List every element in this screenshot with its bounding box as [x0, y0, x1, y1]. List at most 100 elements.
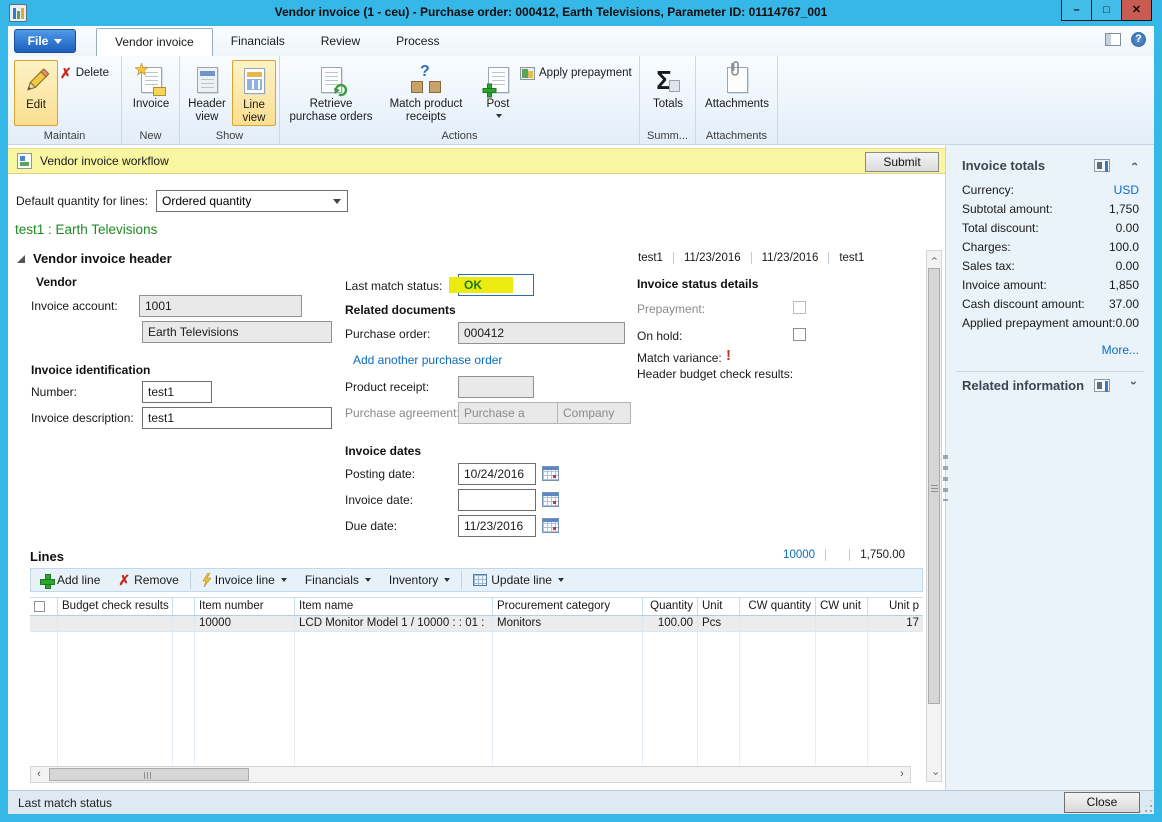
horizontal-scrollbar-thumb[interactable]	[49, 768, 249, 781]
related-information-pane-icon[interactable]	[1094, 379, 1110, 392]
invoice-date-calendar-icon[interactable]	[542, 492, 559, 507]
maximize-button[interactable]: □	[1091, 0, 1122, 21]
product-receipt-field[interactable]	[458, 376, 534, 398]
tab-vendor-invoice[interactable]: Vendor invoice	[96, 28, 213, 56]
scroll-right-arrow[interactable]: ›	[894, 767, 910, 782]
retrieve-purchase-orders-button[interactable]: Retrieve purchase orders	[285, 60, 377, 126]
ribbon-group-label-show: Show	[180, 130, 279, 142]
inventory-menu-button[interactable]: Inventory	[380, 569, 459, 591]
ribbon-group-label-summary: Summ...	[640, 130, 695, 142]
header-view-button[interactable]: Header view	[184, 60, 230, 126]
lines-grid: Budget check results Item number Item na…	[30, 597, 923, 765]
purchase-agreement-field-1[interactable]: Purchase a	[458, 402, 558, 424]
post-button[interactable]: Post	[476, 60, 520, 126]
subtotal-label: Subtotal amount:	[962, 202, 1053, 216]
remove-line-button[interactable]: ✗ Remove	[109, 569, 187, 591]
status-bar-text: Last match status	[18, 796, 112, 810]
line-view-button[interactable]: Line view	[232, 60, 276, 126]
col-item-number[interactable]: Item number	[195, 598, 295, 615]
workflow-icon	[17, 153, 32, 169]
update-line-menu-button[interactable]: Update line	[464, 569, 573, 591]
attachments-button[interactable]: Attachments	[704, 60, 770, 126]
lines-toolbar: Add line ✗ Remove Invoice line Financial…	[30, 568, 923, 592]
tab-review[interactable]: Review	[303, 28, 378, 56]
add-line-button[interactable]: Add line	[31, 569, 109, 591]
financials-caret-icon	[365, 578, 371, 582]
grid-horizontal-scrollbar[interactable]: ‹ ›	[30, 766, 911, 783]
form-vertical-scrollbar[interactable]: › ›	[926, 250, 942, 782]
col-quantity[interactable]: Quantity	[643, 598, 698, 615]
vendor-group-header: Vendor	[36, 275, 77, 289]
financials-menu-button[interactable]: Financials	[296, 569, 380, 591]
invoice-totals-collapse-icon[interactable]: ›	[1127, 162, 1141, 166]
section-collapse-icon[interactable]	[17, 255, 25, 263]
invoice-account-field[interactable]: 1001	[139, 295, 302, 317]
col-cw-unit[interactable]: CW unit	[816, 598, 868, 615]
cell-budget-check-results	[58, 616, 173, 631]
on-hold-checkbox[interactable]	[793, 328, 806, 341]
minimize-button[interactable]: –	[1061, 0, 1092, 21]
select-all-header-cell[interactable]	[30, 598, 58, 615]
update-line-caret-icon	[558, 578, 564, 582]
scroll-down-arrow[interactable]: ›	[928, 766, 943, 782]
due-date-calendar-icon[interactable]	[542, 518, 559, 533]
add-purchase-order-link[interactable]: Add another purchase order	[353, 353, 502, 367]
col-budget-check-results[interactable]: Budget check results	[58, 598, 173, 615]
invoice-totals-pane-icon[interactable]	[1094, 159, 1110, 172]
select-all-checkbox[interactable]	[34, 601, 45, 612]
ribbon-group-label-new: New	[122, 130, 179, 142]
invoice-description-field[interactable]: test1	[142, 407, 332, 429]
number-label: Number:	[31, 385, 77, 399]
col-flag[interactable]	[173, 598, 195, 615]
ribbon-group-new: Invoice New	[122, 56, 180, 144]
col-procurement-category[interactable]: Procurement category	[493, 598, 643, 615]
col-unit-price[interactable]: Unit p	[868, 598, 923, 615]
vendor-name-field[interactable]: Earth Televisions	[142, 321, 332, 343]
purchase-order-field[interactable]: 000412	[458, 322, 625, 344]
submit-button[interactable]: Submit	[865, 152, 939, 172]
layout-pane-icon[interactable]	[1105, 33, 1121, 46]
ribbon-group-show: Header view Line view Show	[180, 56, 280, 144]
cell-unit-price: 17	[868, 616, 923, 631]
related-information-expand-icon[interactable]: ›	[1127, 381, 1141, 385]
product-receipt-label: Product receipt:	[345, 380, 429, 394]
more-link[interactable]: More...	[1102, 343, 1139, 357]
invoice-date-field[interactable]	[458, 489, 536, 511]
invoice-totals-header[interactable]: Invoice totals	[962, 158, 1045, 173]
factbox-splitter-handle[interactable]	[943, 455, 948, 501]
totals-button[interactable]: Σ Totals	[642, 60, 694, 126]
delete-button[interactable]: ✗ Delete	[60, 64, 109, 82]
scroll-left-arrow[interactable]: ‹	[31, 767, 47, 782]
tab-financials[interactable]: Financials	[213, 28, 303, 56]
due-date-field[interactable]: 11/23/2016	[458, 515, 536, 537]
number-field[interactable]: test1	[142, 381, 212, 403]
vertical-scrollbar-thumb[interactable]	[928, 268, 940, 704]
cell-quantity: 100.00	[643, 616, 698, 631]
default-quantity-select[interactable]: Ordered quantity	[156, 190, 348, 212]
col-unit[interactable]: Unit	[698, 598, 740, 615]
apply-prepayment-button[interactable]: Apply prepayment	[520, 64, 632, 82]
col-cw-quantity[interactable]: CW quantity	[740, 598, 816, 615]
file-menu-button[interactable]: File	[14, 29, 76, 53]
edit-button[interactable]: Edit	[14, 60, 58, 126]
match-product-receipts-button[interactable]: ? Match product receipts	[379, 60, 473, 126]
lines-record-ref[interactable]: 10000	[773, 549, 826, 561]
resize-grip[interactable]	[1150, 810, 1152, 812]
posting-date-calendar-icon[interactable]	[542, 466, 559, 481]
tab-process[interactable]: Process	[378, 28, 457, 56]
summary-description: test1	[829, 252, 874, 264]
close-window-button[interactable]: ✕	[1121, 0, 1152, 21]
invoice-line-menu-button[interactable]: Invoice line	[193, 569, 296, 591]
scroll-up-arrow[interactable]: ›	[928, 251, 943, 267]
purchase-agreement-field-2[interactable]: Company	[557, 402, 631, 424]
related-information-header[interactable]: Related information	[962, 378, 1084, 393]
col-item-name[interactable]: Item name	[295, 598, 493, 615]
prepayment-checkbox[interactable]	[793, 301, 806, 314]
help-icon[interactable]: ?	[1131, 32, 1146, 47]
posting-date-field[interactable]: 10/24/2016	[458, 463, 536, 485]
invoice-button[interactable]: Invoice	[125, 60, 177, 126]
total-discount-value: 0.00	[1116, 221, 1139, 235]
grid-data-row[interactable]: 10000 LCD Monitor Model 1 / 10000 : : 01…	[30, 616, 923, 632]
close-button[interactable]: Close	[1064, 792, 1140, 813]
currency-value[interactable]: USD	[1114, 183, 1139, 197]
